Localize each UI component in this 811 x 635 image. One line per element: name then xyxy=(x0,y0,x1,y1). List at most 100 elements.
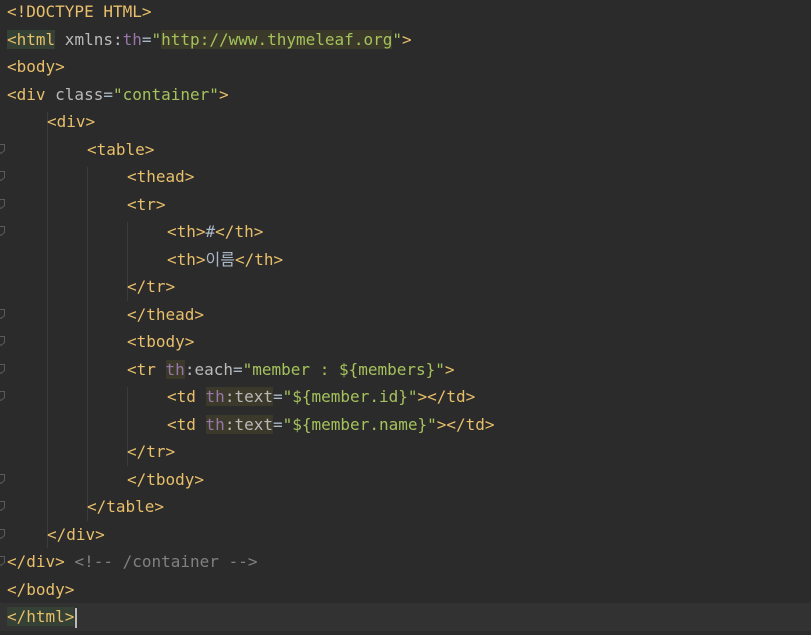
code-line-content: <tr th:each="member : ${members}"> xyxy=(127,356,455,384)
code-token: <div> xyxy=(47,112,96,131)
code-line[interactable]: </tr> xyxy=(0,438,811,466)
code-token: " xyxy=(392,29,402,49)
code-line-content: <div class="container"> xyxy=(7,81,229,109)
code-token: </tr> xyxy=(127,277,176,296)
code-line[interactable]: <td th:text="${member.name}"></td> xyxy=(0,411,811,439)
code-token: <div xyxy=(7,84,46,104)
code-line[interactable]: <table> xyxy=(0,136,811,164)
code-token: <table> xyxy=(87,139,155,159)
code-line[interactable]: </tr> xyxy=(0,273,811,301)
code-line-content: <th>이름</th> xyxy=(167,246,283,274)
code-token: <body> xyxy=(7,57,65,76)
code-token: = xyxy=(272,387,283,406)
code-token: # xyxy=(205,222,216,241)
code-line[interactable]: <th>#</th> xyxy=(0,218,811,246)
code-line-content: </tr> xyxy=(127,438,175,466)
code-line-content: <tr> xyxy=(127,191,166,219)
code-token: </div> xyxy=(7,552,65,571)
code-token: ></td> xyxy=(417,387,476,406)
code-line-content: <th>#</th> xyxy=(167,218,263,246)
fold-marker-icon[interactable] xyxy=(0,363,5,374)
code-line[interactable]: </tbody> xyxy=(0,466,811,494)
code-token: = xyxy=(103,84,113,104)
code-token: "${member.name}" xyxy=(282,414,437,434)
fold-marker-icon[interactable] xyxy=(0,473,5,484)
text-caret xyxy=(75,607,78,628)
code-line-content: </tbody> xyxy=(127,466,204,494)
code-line-content: </div> <!-- /container --> xyxy=(7,548,257,576)
code-line[interactable]: <tr> xyxy=(0,191,811,219)
fold-marker-icon[interactable] xyxy=(0,308,5,319)
code-line-content: </tr> xyxy=(127,273,175,301)
code-token: :text xyxy=(224,414,273,434)
code-line[interactable]: </html> xyxy=(0,603,811,631)
code-token: "${member.id}" xyxy=(282,387,418,406)
code-editor[interactable]: <!DOCTYPE HTML> <html xmlns:th="http://ww… xyxy=(0,0,811,635)
code-token: </tbody> xyxy=(127,469,205,489)
code-token: <th> xyxy=(167,222,206,241)
code-line[interactable]: <div> xyxy=(0,108,811,136)
code-line[interactable]: <td th:text="${member.id}"></td> xyxy=(0,383,811,411)
code-line[interactable]: <th>이름</th> xyxy=(0,246,811,274)
code-token: ></td> xyxy=(436,414,495,434)
code-line-content: <html xmlns:th="http://www.thymeleaf.org… xyxy=(7,26,412,54)
code-line-content: </body> xyxy=(7,576,74,604)
fold-marker-icon[interactable] xyxy=(0,391,5,401)
code-line-content: </thead> xyxy=(127,301,204,329)
code-token: "member : ${members}" xyxy=(242,359,445,379)
code-line-content: <td th:text="${member.id}"></td> xyxy=(167,383,475,411)
code-token: <td xyxy=(167,414,196,434)
code-line-content: <!DOCTYPE HTML> xyxy=(7,0,152,26)
code-token: th xyxy=(122,29,142,49)
code-token: <!-- /container --> xyxy=(74,552,258,571)
fold-marker-icon[interactable] xyxy=(0,226,5,236)
code-line[interactable]: </body> xyxy=(0,576,811,604)
code-token: = xyxy=(141,29,152,49)
code-token: th xyxy=(205,414,225,434)
code-token: </html> xyxy=(7,607,75,626)
code-token: <th> xyxy=(167,249,206,269)
fold-marker-icon[interactable] xyxy=(0,556,5,566)
code-line[interactable]: </div> <!-- /container --> xyxy=(0,548,811,576)
code-token: </thead> xyxy=(127,304,205,324)
code-line[interactable]: <thead> xyxy=(0,163,811,191)
code-line-content: <body> xyxy=(7,53,65,81)
code-line[interactable]: <div class="container"> xyxy=(0,81,811,109)
code-line[interactable]: <body> xyxy=(0,53,811,81)
code-token: </tr> xyxy=(127,442,176,461)
code-token: xmlns: xyxy=(55,29,123,49)
fold-marker-icon[interactable] xyxy=(0,336,5,346)
code-token: th xyxy=(165,359,185,379)
code-line[interactable]: <tbody> xyxy=(0,328,811,356)
code-token: </th> xyxy=(234,249,284,269)
fold-marker-icon[interactable] xyxy=(0,143,5,154)
code-line-content: <td th:text="${member.name}"></td> xyxy=(167,411,495,439)
code-line[interactable]: <!DOCTYPE HTML> xyxy=(0,0,811,26)
code-token: <tbody> xyxy=(127,332,195,351)
code-token: <thead> xyxy=(127,167,195,186)
code-token: </th> xyxy=(215,222,264,241)
code-token: http://www.thymeleaf.org xyxy=(161,29,393,49)
code-line-content: <table> xyxy=(87,136,154,164)
code-token: <!DOCTYPE HTML> xyxy=(7,2,152,21)
code-token: :text xyxy=(224,387,273,406)
code-token: > xyxy=(401,29,412,49)
fold-marker-icon[interactable] xyxy=(0,501,5,511)
code-token: > xyxy=(218,84,229,104)
code-line-content: </html> xyxy=(7,603,78,631)
fold-marker-icon[interactable] xyxy=(0,528,5,539)
code-line[interactable]: </table> xyxy=(0,493,811,521)
fold-marker-icon[interactable] xyxy=(0,171,5,181)
code-line-content: <tbody> xyxy=(127,328,194,356)
code-line[interactable]: </thead> xyxy=(0,301,811,329)
code-line[interactable]: <tr th:each="member : ${members}"> xyxy=(0,356,811,384)
code-line[interactable]: <html xmlns:th="http://www.thymeleaf.org… xyxy=(0,26,811,54)
fold-marker-icon[interactable] xyxy=(0,198,5,209)
code-token: " xyxy=(151,29,162,49)
code-token: th xyxy=(205,387,225,406)
code-token: <html xyxy=(7,29,56,49)
code-line[interactable]: </div> xyxy=(0,521,811,549)
